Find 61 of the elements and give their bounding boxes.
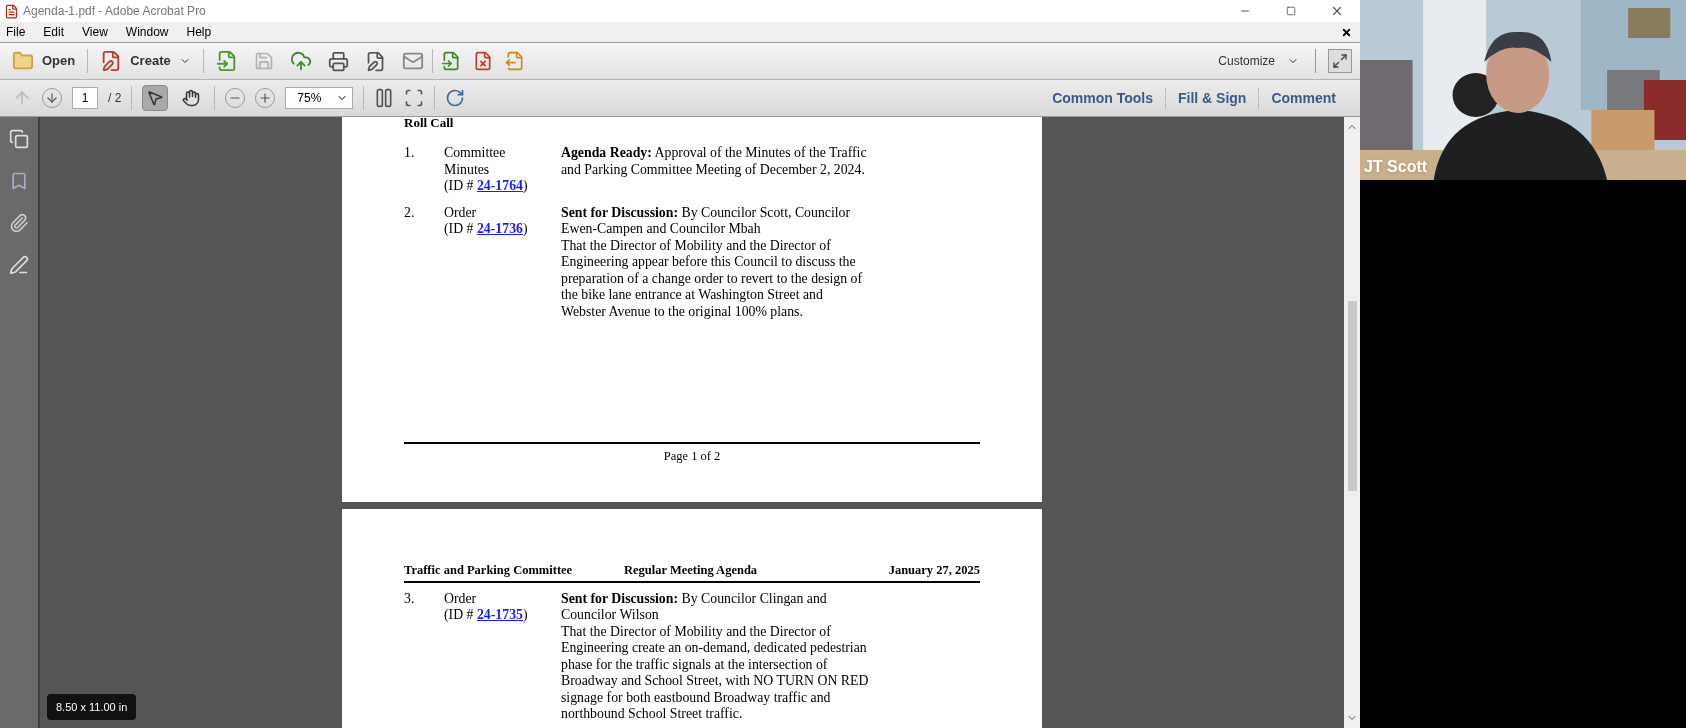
zoom-dropdown[interactable]: 75% <box>285 87 354 109</box>
item-number: 2. <box>404 204 416 221</box>
item-id: (ID # 24-1764) <box>444 178 528 195</box>
header-date: January 27, 2025 <box>888 562 980 579</box>
expand-icon <box>1332 53 1348 69</box>
tool-pane-link[interactable]: Comment <box>1258 87 1348 109</box>
menu-item[interactable]: File <box>4 23 28 41</box>
mail-icon[interactable] <box>401 50 424 72</box>
id-link[interactable]: 24-1764 <box>476 178 523 193</box>
header-committee: Traffic and Parking Committee <box>404 562 574 579</box>
attachment-icon[interactable] <box>9 213 29 233</box>
participant-name: JT Scott <box>1364 157 1428 177</box>
menu-item[interactable]: View <box>80 23 110 41</box>
print-icon[interactable] <box>327 50 349 72</box>
signature-icon[interactable] <box>9 255 29 275</box>
restore-icon <box>1286 6 1296 16</box>
item-description: That the Director of Mobility and the Director of Engineering appear before this Council to discuss the preparation of a change order to revert to the design of the bike lane entrance at Washington Street and Webster Avenue to the original 100% plans. <box>561 237 864 320</box>
tool-pane-link[interactable]: Fill & Sign <box>1165 87 1259 109</box>
page-count: / 2 <box>108 90 122 107</box>
item-summary: Sent for Discussion: By Councilor Scott, Councilor Ewen-Campen and Councilor Mbah <box>561 204 852 238</box>
tool-pane-link[interactable]: Common Tools <box>1040 87 1165 109</box>
pages-icon[interactable] <box>9 129 29 149</box>
select-tool-button[interactable] <box>142 85 169 111</box>
item-type: Committee Minutes <box>444 145 507 178</box>
section-heading: Roll Call <box>404 117 454 129</box>
fullscreen-button[interactable] <box>1328 49 1352 73</box>
id-link[interactable]: 24-1735 <box>476 607 523 623</box>
pdf-file-icon <box>4 3 19 19</box>
item-summary: Agenda Ready: Approval of the Minutes of the Traffic and Parking Committee Meeting of December 2, 2024. <box>561 145 868 178</box>
bookmark-icon[interactable] <box>9 171 29 191</box>
cursor-icon <box>146 89 165 107</box>
item-number: 1. <box>404 145 416 162</box>
folder-icon <box>12 50 34 72</box>
item-id: (ID # 24-1735) <box>444 607 528 624</box>
close-icon <box>1330 4 1344 18</box>
item-id: (ID # 24-1736) <box>444 221 528 238</box>
header-meeting: Regular Meeting Agenda <box>624 562 758 579</box>
scrollbar-thumb[interactable] <box>1347 301 1357 491</box>
window-title: Agenda-1.pdf - Adobe Acrobat Pro <box>23 3 206 20</box>
item-type: Order <box>444 590 478 608</box>
rotate-icon[interactable] <box>445 88 466 108</box>
customize-button[interactable]: Customize <box>1218 52 1299 70</box>
menu-item[interactable]: Help <box>184 23 214 41</box>
id-link[interactable]: 24-1736 <box>476 221 523 236</box>
item-summary: Sent for Discussion: By Councilor Clingan and Councilor Wilson <box>561 590 828 624</box>
open-button[interactable]: Open <box>8 50 80 72</box>
page-size-tooltip: 8.50 x 11.00 in <box>47 693 137 720</box>
item-number: 3. <box>404 590 416 608</box>
menu-item[interactable]: Edit <box>41 23 67 41</box>
hand-icon <box>182 89 201 107</box>
create-button[interactable]: Create <box>96 50 195 72</box>
cloud-upload-icon[interactable] <box>289 50 312 72</box>
document-share-icon[interactable] <box>504 51 525 71</box>
close-icon[interactable] <box>1341 26 1352 38</box>
menu-item[interactable]: Window <box>123 23 171 41</box>
page-footer: Page 1 of 2 <box>663 447 721 466</box>
item-description: That the Director of Mobility and the Director of Engineering create an on-demand, dedicated pedestrian phase for the traffic signals at the intersection of Broadway and School Street, with NO TURN ON RED signage for both eastbound Broadway traffic and northbound School Street traffic. <box>561 623 869 723</box>
document-arrow-icon[interactable] <box>440 51 461 71</box>
item-type: Order <box>444 204 478 221</box>
save-icon[interactable] <box>253 51 274 71</box>
page-number-field[interactable]: 1 <box>72 87 98 109</box>
